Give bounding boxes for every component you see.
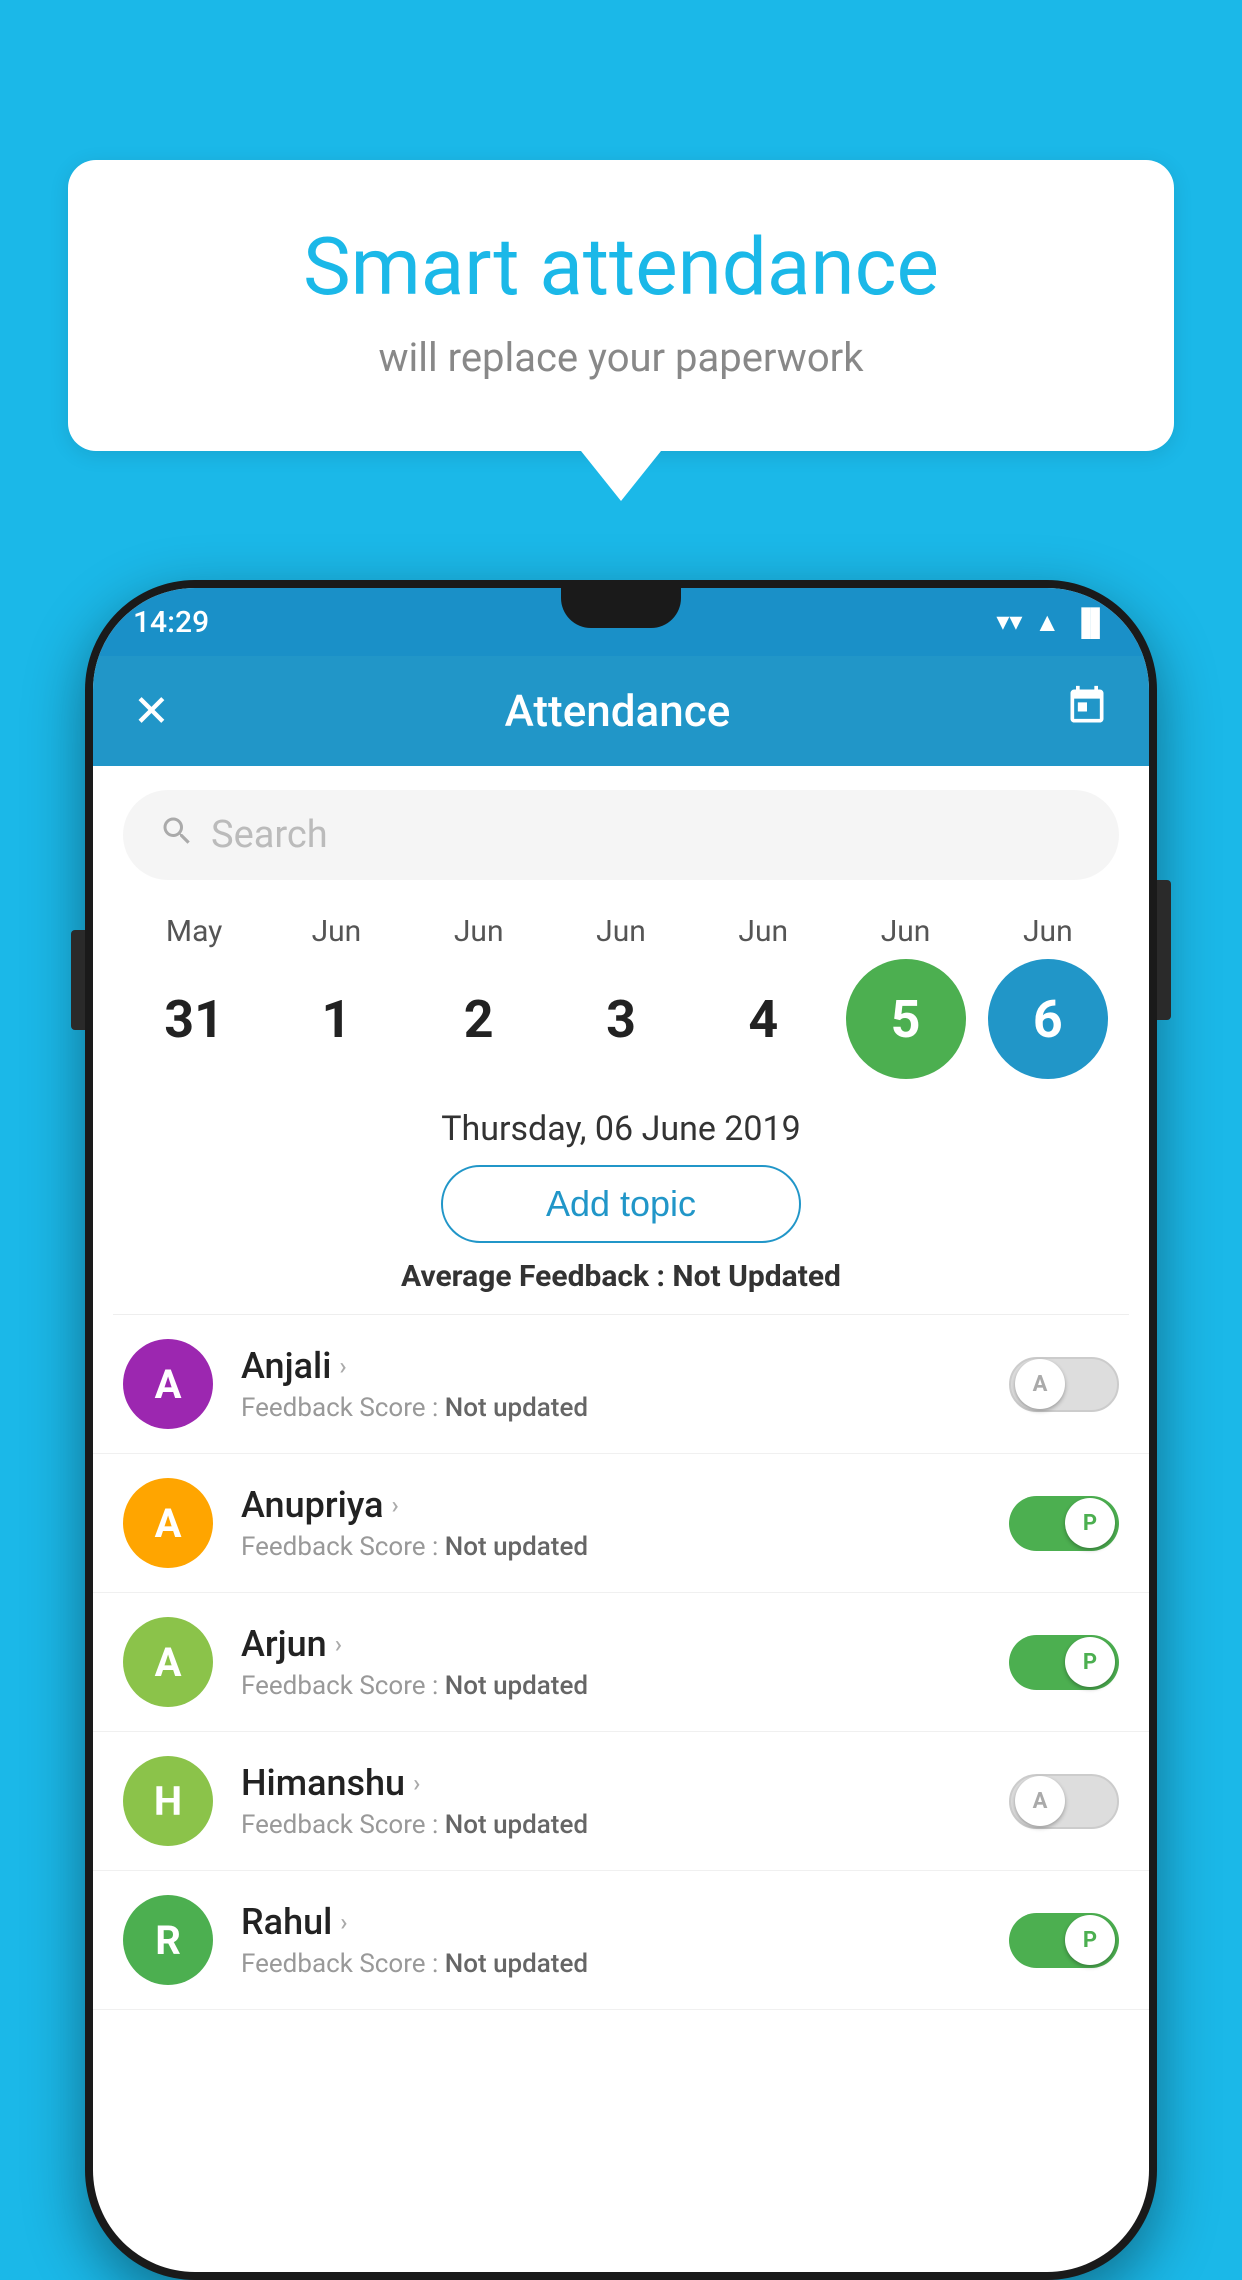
cal-date-31[interactable]: 31 [134, 959, 254, 1079]
phone-screen: 14:29 ▾▾ ▲ ▐▌ ✕ Attendance [93, 588, 1149, 2272]
attendance-toggle-2[interactable]: P [1009, 1635, 1119, 1690]
attendance-toggle-4[interactable]: P [1009, 1913, 1119, 1968]
student-info-2: Arjun › Feedback Score : Not updated [241, 1623, 1009, 1701]
battery-icon: ▐▌ [1072, 607, 1109, 638]
add-topic-button[interactable]: Add topic [441, 1165, 801, 1243]
student-avatar-0: A [123, 1339, 213, 1429]
student-avatar-4: R [123, 1895, 213, 1985]
calendar-months: May Jun Jun Jun Jun Jun Jun [113, 914, 1129, 949]
notch [561, 588, 681, 628]
toggle-knob-4: P [1065, 1915, 1115, 1965]
calendar-dates: 31 1 2 3 4 5 6 [113, 949, 1129, 1099]
feedback-value-1: Not updated [445, 1532, 588, 1562]
student-name-3[interactable]: Himanshu › [241, 1762, 1009, 1804]
student-row: R Rahul › Feedback Score : Not updated P [93, 1871, 1149, 2010]
feedback-score-2: Feedback Score : Not updated [241, 1671, 1009, 1701]
avg-feedback: Average Feedback : Not Updated [93, 1259, 1149, 1294]
signal-icon: ▲ [1034, 607, 1060, 638]
cal-month-6: Jun [983, 914, 1113, 949]
power-button [1157, 880, 1171, 1020]
cal-date-1[interactable]: 1 [276, 959, 396, 1079]
student-info-1: Anupriya › Feedback Score : Not updated [241, 1484, 1009, 1562]
feedback-score-3: Feedback Score : Not updated [241, 1810, 1009, 1840]
toggle-knob-3: A [1015, 1776, 1065, 1826]
toggle-knob-1: P [1065, 1498, 1115, 1548]
calendar-icon[interactable] [1065, 684, 1109, 738]
selected-date-text: Thursday, 06 June 2019 [93, 1109, 1149, 1149]
cal-date-6[interactable]: 6 [988, 959, 1108, 1079]
attendance-toggle-3[interactable]: A [1009, 1774, 1119, 1829]
student-list: A Anjali › Feedback Score : Not updated … [93, 1315, 1149, 2010]
status-icons: ▾▾ ▲ ▐▌ [996, 607, 1109, 638]
phone-frame: 14:29 ▾▾ ▲ ▐▌ ✕ Attendance [85, 580, 1157, 2280]
chevron-icon-2: › [335, 1630, 342, 1658]
cal-date-3[interactable]: 3 [561, 959, 681, 1079]
feedback-score-4: Feedback Score : Not updated [241, 1949, 1009, 1979]
student-row: H Himanshu › Feedback Score : Not update… [93, 1732, 1149, 1871]
speech-bubble-tail [581, 451, 661, 501]
chevron-icon-4: › [340, 1908, 347, 1936]
status-time: 14:29 [133, 605, 209, 640]
student-row: A Anupriya › Feedback Score : Not update… [93, 1454, 1149, 1593]
feedback-value-3: Not updated [445, 1810, 588, 1840]
cal-date-5[interactable]: 5 [846, 959, 966, 1079]
search-icon [159, 813, 195, 858]
cal-month-5: Jun [841, 914, 971, 949]
search-bar[interactable]: Search [123, 790, 1119, 880]
cal-date-2[interactable]: 2 [419, 959, 539, 1079]
feedback-score-1: Feedback Score : Not updated [241, 1532, 1009, 1562]
feedback-value-4: Not updated [445, 1949, 588, 1979]
cal-date-4[interactable]: 4 [703, 959, 823, 1079]
speech-bubble-container: Smart attendance will replace your paper… [68, 160, 1174, 501]
feedback-value-2: Not updated [445, 1671, 588, 1701]
calendar-strip: May Jun Jun Jun Jun Jun Jun 31 1 2 3 4 5… [93, 904, 1149, 1099]
search-placeholder: Search [211, 813, 328, 857]
avg-feedback-label: Average Feedback : [401, 1259, 665, 1294]
student-avatar-2: A [123, 1617, 213, 1707]
toggle-knob-2: P [1065, 1637, 1115, 1687]
student-row: A Anjali › Feedback Score : Not updated … [93, 1315, 1149, 1454]
calendar-svg [1065, 684, 1109, 728]
wifi-icon: ▾▾ [996, 607, 1022, 637]
app-header: ✕ Attendance [93, 656, 1149, 766]
student-name-1[interactable]: Anupriya › [241, 1484, 1009, 1526]
student-info-0: Anjali › Feedback Score : Not updated [241, 1345, 1009, 1423]
speech-bubble-subtitle: will replace your paperwork [148, 334, 1094, 381]
student-row: A Arjun › Feedback Score : Not updated P [93, 1593, 1149, 1732]
student-avatar-1: A [123, 1478, 213, 1568]
attendance-toggle-1[interactable]: P [1009, 1496, 1119, 1551]
cal-month-2: Jun [414, 914, 544, 949]
student-name-0[interactable]: Anjali › [241, 1345, 1009, 1387]
header-title: Attendance [505, 685, 731, 737]
volume-button [71, 930, 85, 1030]
chevron-icon-3: › [413, 1769, 420, 1797]
student-info-3: Himanshu › Feedback Score : Not updated [241, 1762, 1009, 1840]
chevron-icon-1: › [392, 1491, 399, 1519]
feedback-score-0: Feedback Score : Not updated [241, 1393, 1009, 1423]
cal-month-1: Jun [271, 914, 401, 949]
attendance-toggle-0[interactable]: A [1009, 1357, 1119, 1412]
status-bar: 14:29 ▾▾ ▲ ▐▌ [93, 588, 1149, 656]
toggle-knob-0: A [1015, 1359, 1065, 1409]
student-name-2[interactable]: Arjun › [241, 1623, 1009, 1665]
student-info-4: Rahul › Feedback Score : Not updated [241, 1901, 1009, 1979]
student-avatar-3: H [123, 1756, 213, 1846]
speech-bubble-title: Smart attendance [148, 220, 1094, 314]
speech-bubble: Smart attendance will replace your paper… [68, 160, 1174, 451]
cal-month-3: Jun [556, 914, 686, 949]
student-name-4[interactable]: Rahul › [241, 1901, 1009, 1943]
chevron-icon-0: › [339, 1352, 346, 1380]
close-button[interactable]: ✕ [133, 685, 170, 737]
avg-feedback-value: Not Updated [672, 1259, 841, 1294]
feedback-value-0: Not updated [445, 1393, 588, 1423]
cal-month-4: Jun [698, 914, 828, 949]
cal-month-0: May [129, 914, 259, 949]
